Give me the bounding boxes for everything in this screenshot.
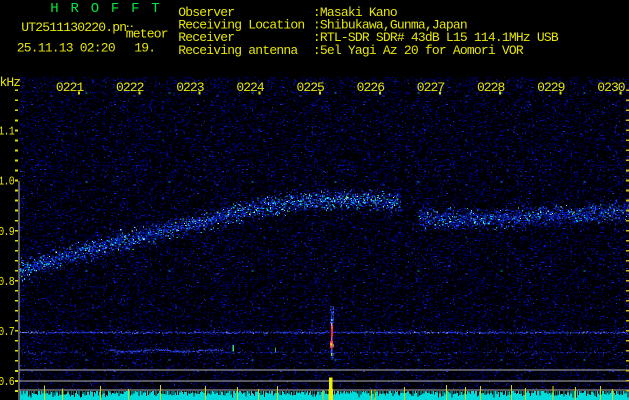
svg-text:0.6: 0.6 [0,376,14,389]
svg-text:0.8: 0.8 [0,276,14,289]
svg-text:1.1: 1.1 [0,126,15,139]
svg-text:25.11.13 02:20: 25.11.13 02:20 [17,41,115,56]
svg-text:kHz: kHz [0,75,20,90]
svg-text:H: H [50,1,58,17]
svg-text:19.: 19. [134,41,155,56]
svg-text:0224: 0224 [236,80,265,95]
svg-text:0.7: 0.7 [0,326,14,339]
svg-text:meteor: meteor [126,27,168,42]
svg-text:0226: 0226 [357,80,385,95]
svg-text:UT2511130220.pn: UT2511130220.pn [21,20,126,35]
svg-text:0223: 0223 [176,80,204,95]
svg-text:T: T [151,1,159,17]
svg-text:1.0: 1.0 [0,176,14,189]
svg-text:0228: 0228 [477,80,505,95]
svg-text:0227: 0227 [417,80,445,95]
svg-text:F: F [131,1,139,17]
svg-text:0230: 0230 [597,80,625,95]
svg-text:R: R [71,1,80,17]
svg-text:0.9: 0.9 [0,226,14,239]
svg-text:0221: 0221 [56,80,85,95]
svg-text:0222: 0222 [116,80,144,95]
svg-text:Receiving antenna: Receiving antenna [178,43,298,58]
svg-text:F: F [111,1,119,17]
svg-text::5el Yagi Az 20 for Aomori VOR: :5el Yagi Az 20 for Aomori VOR [313,43,524,58]
svg-text:0229: 0229 [537,80,565,95]
svg-text:0225: 0225 [297,80,325,95]
svg-text:O: O [91,1,99,17]
